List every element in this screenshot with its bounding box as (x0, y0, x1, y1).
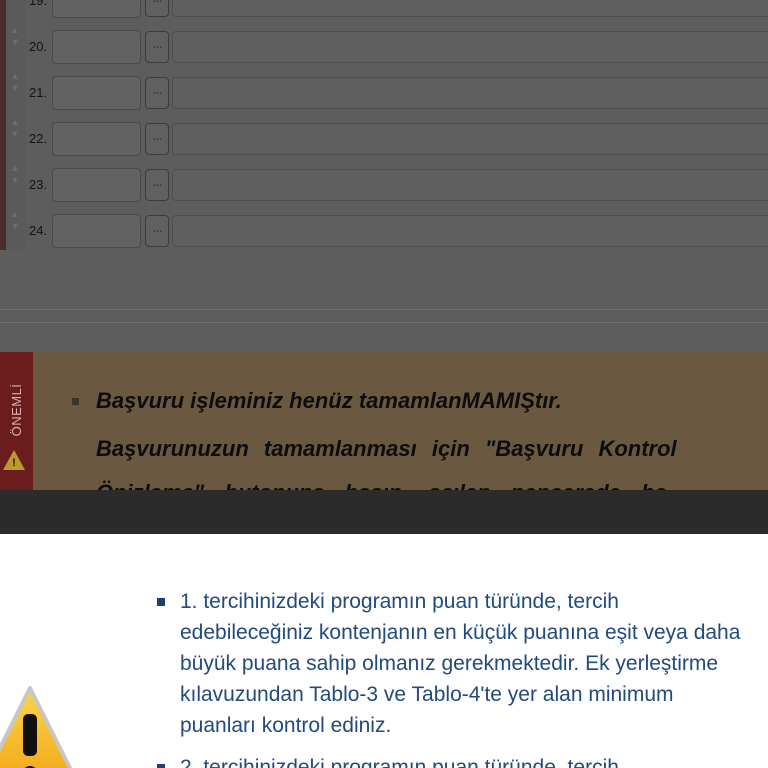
modal-header-bar (0, 490, 768, 534)
preference-list: ▲▼ 19. ... ▲▼ 20. ... ▲▼ 21. ... ▲▼ 22. … (0, 0, 768, 352)
program-name-field (172, 31, 768, 63)
reorder-arrows-icon[interactable]: ▲▼ (8, 70, 22, 108)
important-tag-label: ÖNEMLİ (9, 383, 24, 437)
program-picker-button[interactable]: ... (145, 169, 169, 201)
drag-handle[interactable] (0, 158, 26, 204)
bullet-icon (72, 398, 79, 405)
reorder-arrows-icon[interactable]: ▲▼ (8, 116, 22, 154)
program-code-input[interactable] (52, 168, 141, 202)
requirement-line: büyük puana sahip olmanız gerekmektedir.… (180, 652, 719, 675)
program-name-field (172, 123, 768, 155)
program-picker-button[interactable]: ... (145, 215, 169, 247)
requirement-line: edebileceğiniz kontenjanın en küçük puan… (180, 621, 741, 644)
row-number: 24. (29, 223, 48, 238)
program-picker-button[interactable]: ... (145, 31, 169, 63)
program-picker-button[interactable]: ... (145, 0, 169, 17)
program-picker-button[interactable]: ... (145, 123, 169, 155)
drag-handle[interactable] (0, 0, 26, 20)
row-number: 22. (29, 131, 48, 146)
bullet-icon (157, 598, 165, 606)
reorder-arrows-icon[interactable]: ▲▼ (8, 24, 22, 62)
row-number: 23. (29, 177, 48, 192)
requirement-line: 1. tercihinizdeki programın puan türünde… (180, 590, 619, 613)
program-name-field (172, 169, 768, 201)
program-code-input[interactable] (52, 0, 141, 18)
exclamation-icon: ! (12, 457, 16, 469)
drag-handle[interactable] (0, 112, 26, 158)
preference-row: ▲ ▼ 22. ... (0, 112, 768, 168)
program-picker-button[interactable]: ... (145, 77, 169, 109)
preference-row: ▲▼ 19. ... (0, 0, 768, 30)
bullet-icon (157, 764, 165, 768)
notice-line-3: Önizleme" butonuna basın, açılan pencere… (96, 480, 667, 490)
program-code-input[interactable] (52, 214, 141, 248)
requirement-item-2: 2. tercihinizdeki programın puan türünde… (180, 752, 768, 768)
warning-icon (0, 686, 73, 768)
requirement-line: 2. tercihinizdeki programın puan türünde… (180, 756, 619, 768)
drag-handle[interactable] (0, 66, 26, 112)
important-tag: ÖNEMLİ ! (0, 352, 33, 490)
program-name-field (172, 77, 768, 109)
drag-handle[interactable] (0, 204, 26, 250)
divider (0, 309, 768, 310)
notice-line-2: Başvurunuzun tamamlanması için "Başvuru … (96, 436, 677, 461)
reorder-arrows-icon[interactable]: ▲▼ (8, 162, 22, 200)
program-code-input[interactable] (52, 76, 141, 110)
important-notice-banner: ÖNEMLİ ! Başvuru işleminiz henüz tamamla… (0, 352, 768, 490)
program-code-input[interactable] (52, 122, 141, 156)
divider (0, 322, 768, 323)
row-number: 21. (29, 85, 48, 100)
drag-handle[interactable] (0, 20, 26, 66)
info-modal: 1. tercihinizdeki programın puan türünde… (0, 534, 768, 768)
requirement-line: puanları kontrol ediniz. (180, 714, 392, 737)
requirement-item-1: 1. tercihinizdeki programın puan türünde… (180, 586, 768, 741)
program-name-field (172, 215, 768, 247)
notice-line-1: Başvuru işleminiz henüz tamamlanMAMIŞtır… (96, 388, 562, 413)
row-number: 19. (29, 0, 48, 8)
preference-row: ▲ ▼ 23. ... (0, 158, 768, 214)
reorder-arrows-icon[interactable]: ▲▼ (8, 0, 22, 16)
program-name-field (172, 0, 768, 17)
program-code-input[interactable] (52, 30, 141, 64)
preference-row: ▲ ▼ 20. ... (0, 20, 768, 76)
preference-row: ▲ ▼ 21. ... (0, 66, 768, 122)
reorder-arrows-icon[interactable]: ▲▼ (8, 208, 22, 246)
requirement-line: kılavuzundan Tablo-3 ve Tablo-4'te yer a… (180, 683, 674, 706)
preference-row: ▲ ▼ 24. ... (0, 204, 768, 260)
row-number: 20. (29, 39, 48, 54)
